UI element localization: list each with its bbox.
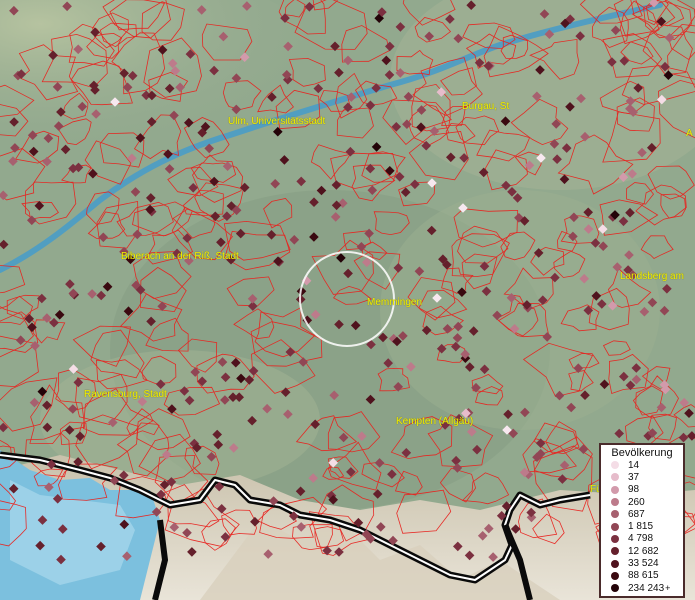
legend-row: 4 798	[601, 533, 683, 545]
legend-label: 687	[628, 508, 645, 520]
legend-label: 1 815	[628, 521, 654, 533]
city-label-kempten[interactable]: Kempten (Allgäu)	[396, 416, 473, 427]
legend-row: 1 815	[601, 520, 683, 532]
legend-label: 260	[628, 496, 645, 508]
city-label-edge[interactable]: A	[686, 128, 693, 139]
legend-row: 37	[601, 471, 683, 483]
legend-swatch	[611, 571, 619, 580]
legend-label: 33 524	[628, 558, 659, 570]
legend-label: 88 615	[628, 570, 659, 582]
legend-title: Bevölkerung	[611, 447, 673, 459]
city-label-biberach[interactable]: Biberach an der Riß, Stadt	[121, 251, 239, 262]
legend-label: 37	[628, 471, 640, 483]
legend-swatch	[611, 498, 619, 507]
legend-swatch	[611, 522, 619, 531]
legend-swatch	[611, 547, 619, 556]
legend-label: 12 682	[628, 545, 659, 557]
legend-label: 98	[628, 484, 640, 496]
legend-swatch	[611, 461, 619, 470]
legend-row: 260	[601, 496, 683, 508]
city-label-ulm[interactable]: Ulm, Universitätsstadt	[228, 116, 325, 127]
legend-swatch	[611, 559, 619, 568]
legend-swatch	[611, 485, 619, 494]
legend-row: 98	[601, 484, 683, 496]
population-legend: Bevölkerung 14 37 98 260 687 1 815 4 798 12 682…	[599, 443, 685, 598]
legend-swatch	[611, 473, 619, 482]
legend-label: 234 243	[628, 582, 665, 594]
legend-row: 14	[601, 459, 683, 471]
legend-swatch	[611, 510, 619, 519]
legend-swatch	[611, 534, 619, 543]
legend-plus: +	[665, 583, 671, 594]
legend-row: 33 524	[601, 557, 683, 569]
legend-label: 14	[628, 459, 640, 471]
city-label-memmingen[interactable]: Memmingen	[367, 297, 422, 308]
legend-row: 12 682	[601, 545, 683, 557]
legend-rows: 14 37 98 260 687 1 815 4 798 12 682 33 524 88 615…	[601, 459, 683, 594]
map-viewport[interactable]: Ulm, Universitätsstadt Burgau, St Bibera…	[0, 0, 695, 600]
legend-row: 687	[601, 508, 683, 520]
legend-row: 234 243 +	[601, 582, 683, 594]
city-label-ravensburg[interactable]: Ravensburg, Stadt	[84, 389, 167, 400]
legend-row: 88 615	[601, 570, 683, 582]
city-label-landsberg[interactable]: Landsberg am	[620, 271, 684, 282]
legend-swatch	[611, 584, 619, 593]
legend-label: 4 798	[628, 533, 654, 545]
city-label-burgau[interactable]: Burgau, St	[462, 101, 509, 112]
